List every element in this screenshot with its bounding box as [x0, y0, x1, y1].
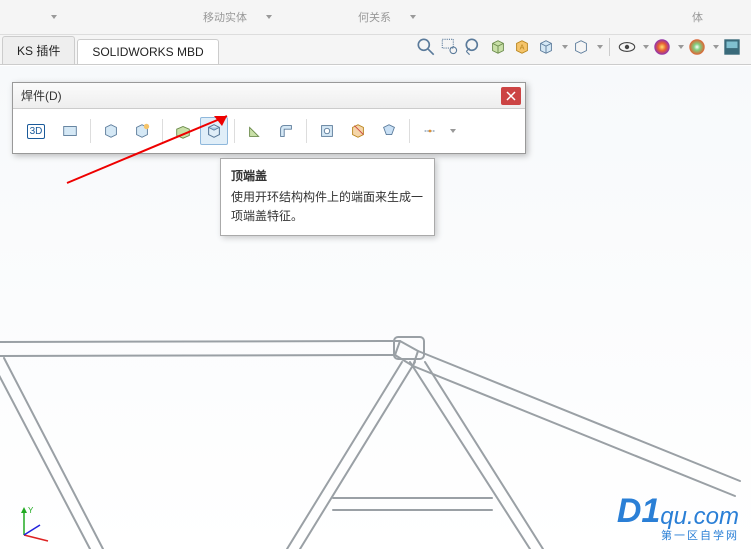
chevron-down-icon[interactable]	[562, 45, 568, 49]
svg-text:A: A	[520, 43, 525, 52]
chevron-down-icon[interactable]	[713, 45, 719, 49]
graphics-viewport[interactable]: 焊件(D) 3D 顶端盖 使用开环结构	[0, 66, 751, 549]
structural-member-button[interactable]	[97, 117, 125, 145]
tooltip-title: 顶端盖	[231, 167, 424, 186]
sketch-3d-button[interactable]: 3D	[19, 117, 53, 145]
view-toolbar: A	[415, 36, 743, 58]
reference-geom-button[interactable]	[416, 117, 444, 145]
hole-button[interactable]	[313, 117, 341, 145]
watermark-domain: qu.com	[660, 503, 739, 530]
separator	[609, 38, 610, 56]
toolbar-header[interactable]: 焊件(D)	[13, 83, 525, 109]
trim-extend-button[interactable]	[128, 117, 156, 145]
coordinate-triad[interactable]: Y	[16, 503, 56, 543]
chevron-down-icon[interactable]	[643, 45, 649, 49]
prev-view-icon[interactable]	[463, 36, 485, 58]
view-orientation-icon[interactable]: A	[511, 36, 533, 58]
scene-icon[interactable]	[686, 36, 708, 58]
hide-show-icon[interactable]	[570, 36, 592, 58]
chevron-down-icon[interactable]	[597, 45, 603, 49]
chevron-down-icon	[410, 15, 416, 19]
appearance-icon[interactable]	[651, 36, 673, 58]
separator	[409, 119, 410, 143]
chamfer-button[interactable]	[375, 117, 403, 145]
chevron-down-icon	[266, 15, 272, 19]
tooltip: 顶端盖 使用开环结构构件上的端面来生成一项端盖特征。	[220, 158, 435, 236]
toolbar-title: 焊件(D)	[21, 87, 62, 104]
eye-icon[interactable]	[616, 36, 638, 58]
close-icon	[506, 91, 516, 101]
chevron-down-icon[interactable]	[678, 45, 684, 49]
end-cap-button[interactable]	[200, 117, 228, 145]
weldment-button[interactable]	[56, 117, 84, 145]
separator	[306, 119, 307, 143]
close-button[interactable]	[501, 87, 521, 105]
chevron-down-icon	[51, 15, 57, 19]
ribbon-dropdown[interactable]	[40, 15, 65, 19]
tab-plugin[interactable]: KS 插件	[2, 36, 75, 64]
svg-text:Y: Y	[28, 506, 34, 515]
watermark: D1qu.com 第一区自学网	[617, 492, 739, 543]
watermark-brand: D1	[617, 492, 660, 531]
weldment-toolbar: 焊件(D) 3D	[12, 82, 526, 154]
zoom-area-icon[interactable]	[439, 36, 461, 58]
separator	[90, 119, 91, 143]
ribbon-label-rel: 何关系	[350, 9, 399, 25]
gusset-button[interactable]	[241, 117, 269, 145]
zoom-fit-icon[interactable]	[415, 36, 437, 58]
toolbar-body: 3D	[13, 109, 525, 153]
tab-mbd[interactable]: SOLIDWORKS MBD	[77, 39, 218, 64]
extrude-boss-button[interactable]	[169, 117, 197, 145]
chevron-down-icon[interactable]	[450, 129, 456, 133]
ribbon-dropdown[interactable]	[399, 15, 424, 19]
render-icon[interactable]	[721, 36, 743, 58]
ribbon-label-body: 体	[684, 9, 711, 25]
ribbon-dropdown[interactable]	[255, 15, 280, 19]
fillet-bead-button[interactable]	[272, 117, 300, 145]
cut-extrude-button[interactable]	[344, 117, 372, 145]
separator	[234, 119, 235, 143]
tooltip-body: 使用开环结构构件上的端面来生成一项端盖特征。	[231, 188, 424, 226]
display-style-icon[interactable]	[535, 36, 557, 58]
separator	[162, 119, 163, 143]
ribbon-label-move: 移动实体	[195, 9, 255, 25]
upper-ribbon: 移动实体 何关系 体	[0, 0, 751, 35]
section-view-icon[interactable]	[487, 36, 509, 58]
